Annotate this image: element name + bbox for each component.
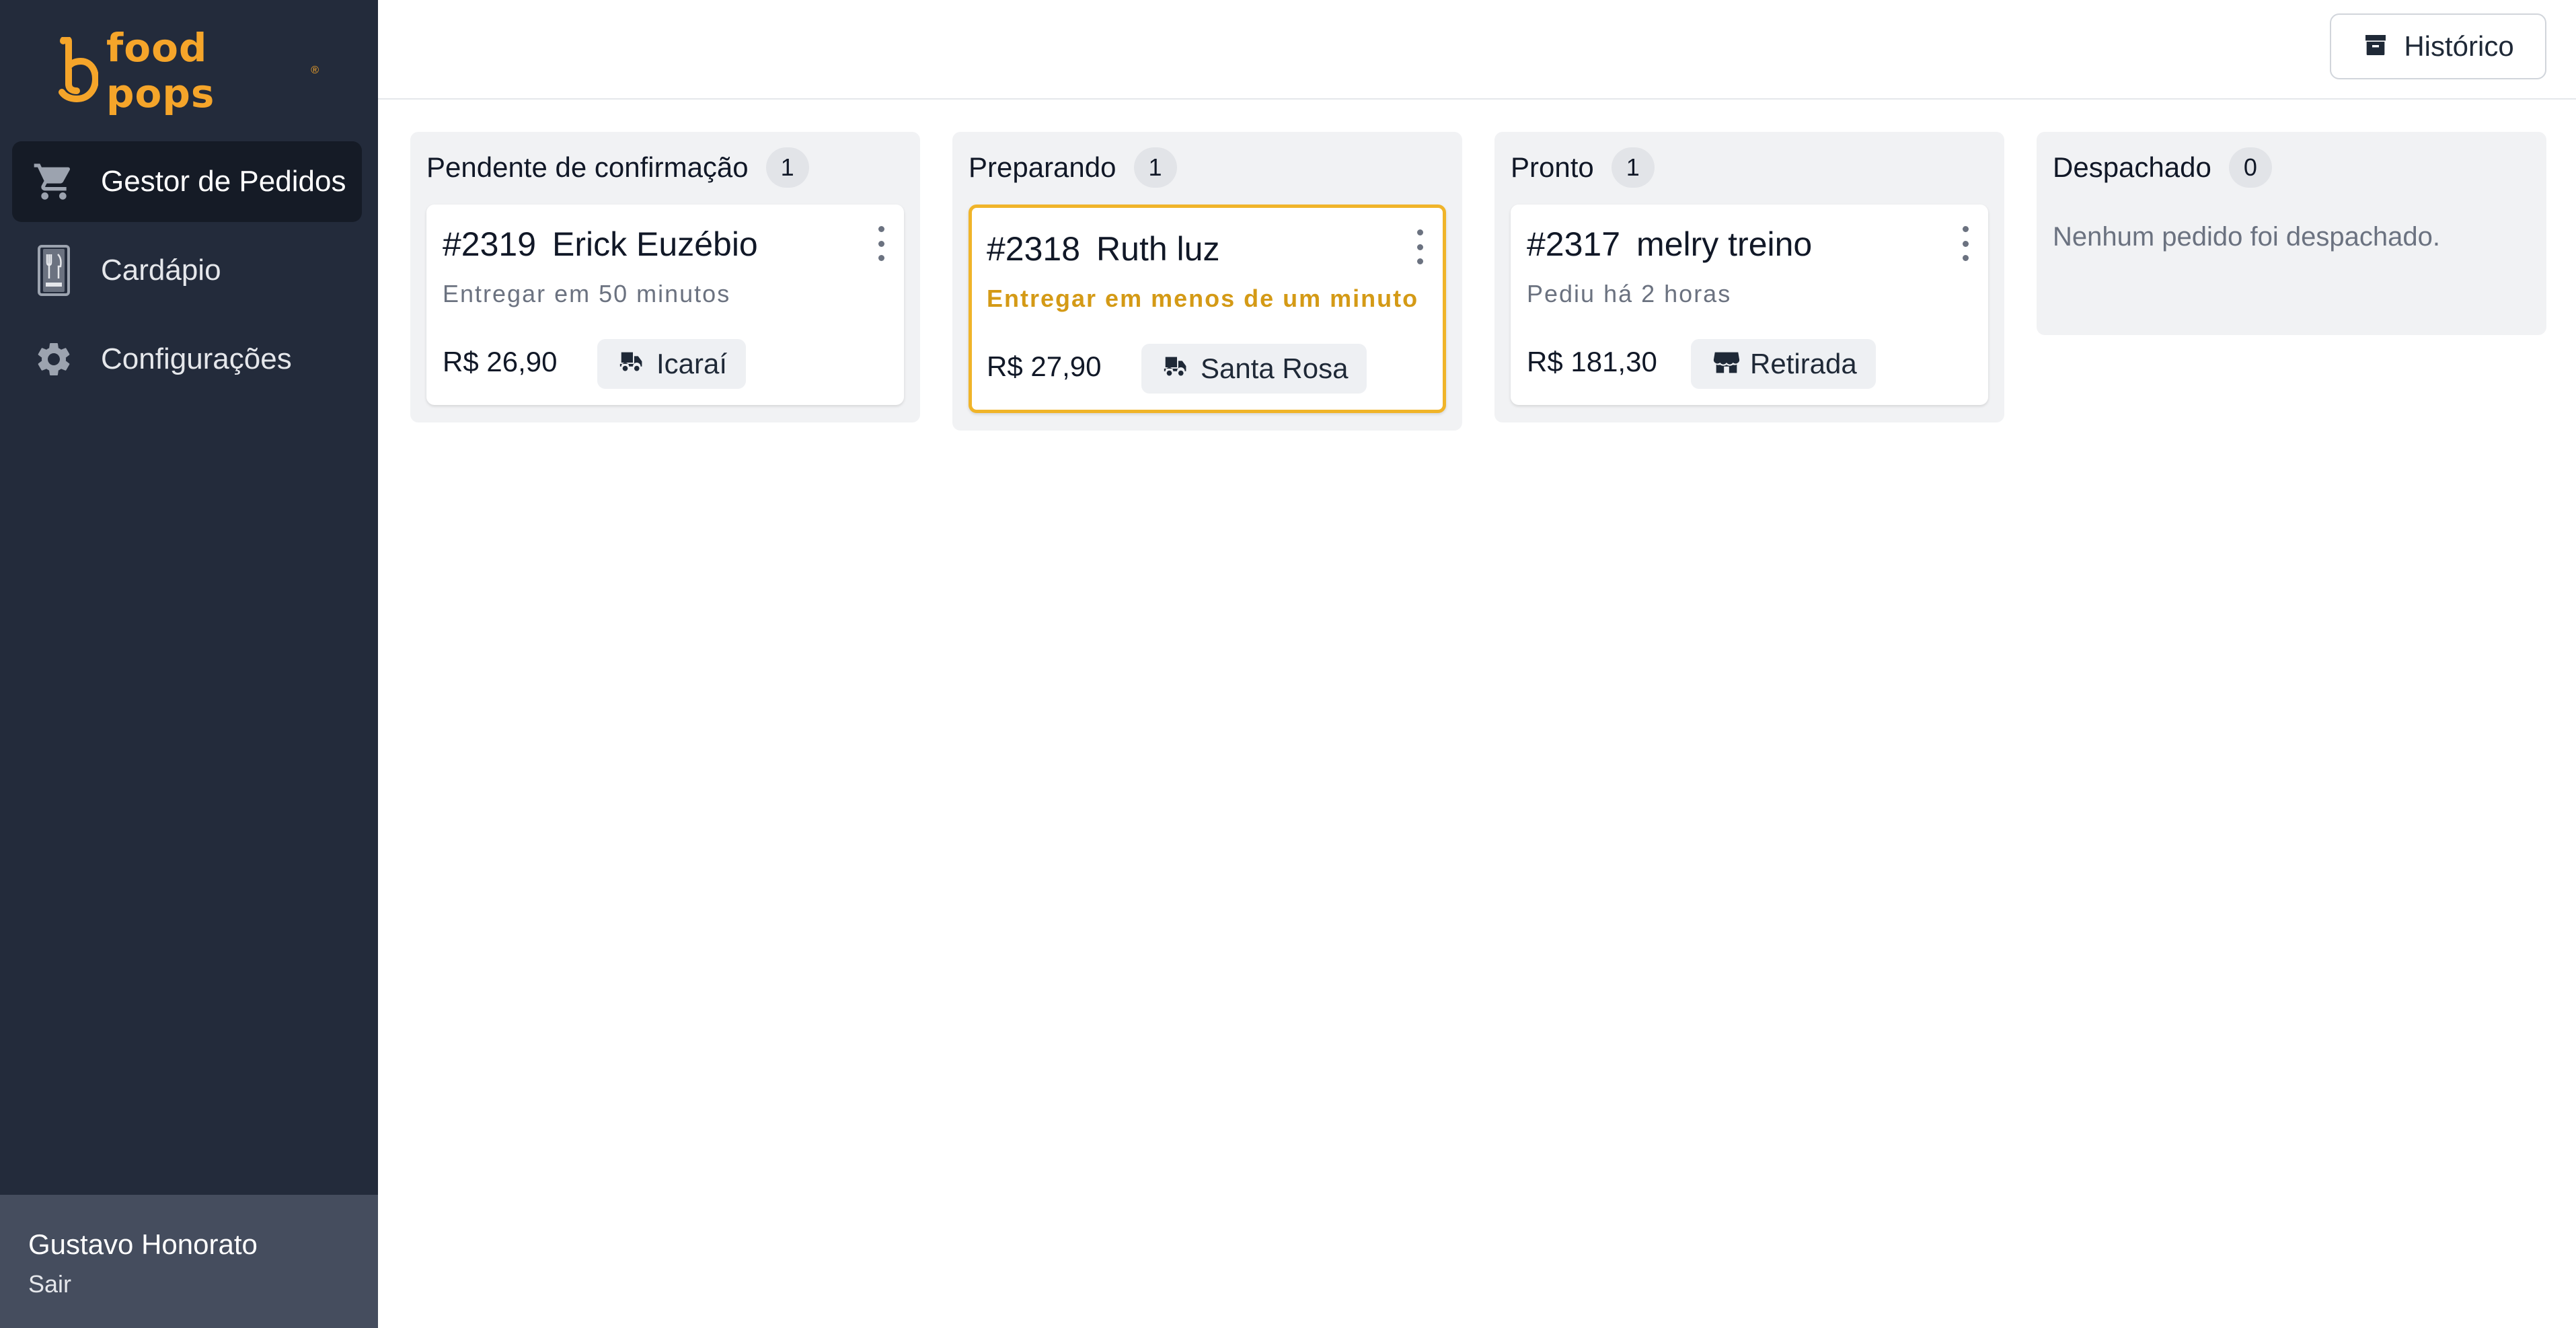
cart-icon	[32, 160, 75, 203]
column-title: Pronto	[1511, 151, 1594, 183]
archive-icon	[2362, 32, 2389, 62]
order-card[interactable]: #2317 melry treino Pediu há 2 horas R$ 18…	[1511, 205, 1988, 405]
brand-registered-mark: ®	[311, 65, 319, 76]
sidebar-item-configuracoes[interactable]: Configurações	[12, 319, 362, 400]
user-name: Gustavo Honorato	[28, 1228, 258, 1260]
sidebar-item-label: Cardápio	[101, 254, 221, 287]
neighborhood-label: Icaraí	[656, 348, 728, 379]
neighborhood-label: Santa Rosa	[1201, 353, 1349, 384]
order-status: Entregar em 50 minutos	[443, 280, 731, 307]
order-title: #2319 Erick Euzébio	[443, 225, 758, 264]
logout-link[interactable]: Sair	[28, 1270, 378, 1298]
brand-logo[interactable]: food pops ®	[56, 25, 319, 116]
topbar: Histórico	[378, 0, 2576, 100]
neighborhood-tag: Santa Rosa	[1141, 344, 1367, 394]
history-button-label: Histórico	[2404, 30, 2514, 62]
column-title: Despachado	[2053, 151, 2211, 183]
sidebar: food pops ® Gestor de Pedidos Cardápio Co…	[0, 0, 378, 1328]
order-title: #2318 Ruth luz	[987, 229, 1219, 268]
column-title: Preparando	[969, 151, 1116, 183]
column-count-badge: 0	[2228, 147, 2272, 188]
empty-state-message: Nenhum pedido foi despachado.	[2053, 222, 2440, 252]
column-pronto: Pronto 1 #2317 melry treino Pediu há 2 ho…	[1494, 132, 2004, 422]
order-status: Pediu há 2 horas	[1527, 280, 1732, 307]
pickup-label: Retirada	[1750, 348, 1857, 379]
column-count-badge: 1	[1133, 147, 1177, 188]
order-number: #2317	[1527, 225, 1621, 263]
more-options-icon[interactable]	[873, 226, 889, 261]
sidebar-item-label: Gestor de Pedidos	[101, 165, 346, 198]
menu-book-icon	[32, 245, 75, 296]
column-header: Pendente de confirmação 1	[426, 147, 809, 188]
order-number: #2319	[443, 225, 537, 263]
brand-name: food pops	[106, 25, 215, 116]
order-price: R$ 26,90	[443, 346, 558, 377]
delivery-scooter-icon	[617, 347, 648, 381]
sidebar-item-cardapio[interactable]: Cardápio	[12, 230, 362, 311]
column-preparando: Preparando 1 #2318 Ruth luz Entregar em m…	[952, 132, 1462, 431]
order-number: #2318	[987, 230, 1081, 268]
more-options-icon[interactable]	[1412, 229, 1428, 264]
customer-name: Erick Euzébio	[552, 225, 758, 263]
order-card[interactable]: #2318 Ruth luz Entregar em menos de um mi…	[969, 205, 1446, 413]
user-panel: Gustavo Honorato Sair	[0, 1195, 378, 1328]
column-count-badge: 1	[1611, 147, 1655, 188]
order-price: R$ 27,90	[987, 351, 1102, 382]
column-header: Despachado 0	[2053, 147, 2272, 188]
history-button[interactable]: Histórico	[2330, 13, 2546, 79]
sidebar-item-gestor-de-pedidos[interactable]: Gestor de Pedidos	[12, 141, 362, 222]
column-pendente-de-confirmacao: Pendente de confirmação 1 #2319 Erick Euz…	[410, 132, 920, 422]
more-options-icon[interactable]	[1957, 226, 1973, 261]
customer-name: melry treino	[1636, 225, 1813, 263]
pickup-tag: Retirada	[1691, 339, 1876, 389]
store-icon	[1711, 347, 1742, 381]
sidebar-item-label: Configurações	[101, 342, 292, 375]
order-status: Entregar em menos de um minuto	[987, 285, 1419, 312]
order-title: #2317 melry treino	[1527, 225, 1812, 264]
order-card[interactable]: #2319 Erick Euzébio Entregar em 50 minuto…	[426, 205, 904, 405]
gear-icon	[32, 338, 75, 381]
order-price: R$ 181,30	[1527, 346, 1657, 377]
column-title: Pendente de confirmação	[426, 151, 749, 183]
column-despachado: Despachado 0 Nenhum pedido foi despachad…	[2037, 132, 2546, 335]
delivery-scooter-icon	[1162, 352, 1192, 386]
neighborhood-tag: Icaraí	[597, 339, 747, 389]
column-header: Preparando 1	[969, 147, 1177, 188]
logo-mark-icon	[56, 36, 100, 104]
customer-name: Ruth luz	[1096, 230, 1220, 268]
column-header: Pronto 1	[1511, 147, 1655, 188]
column-count-badge: 1	[765, 147, 809, 188]
